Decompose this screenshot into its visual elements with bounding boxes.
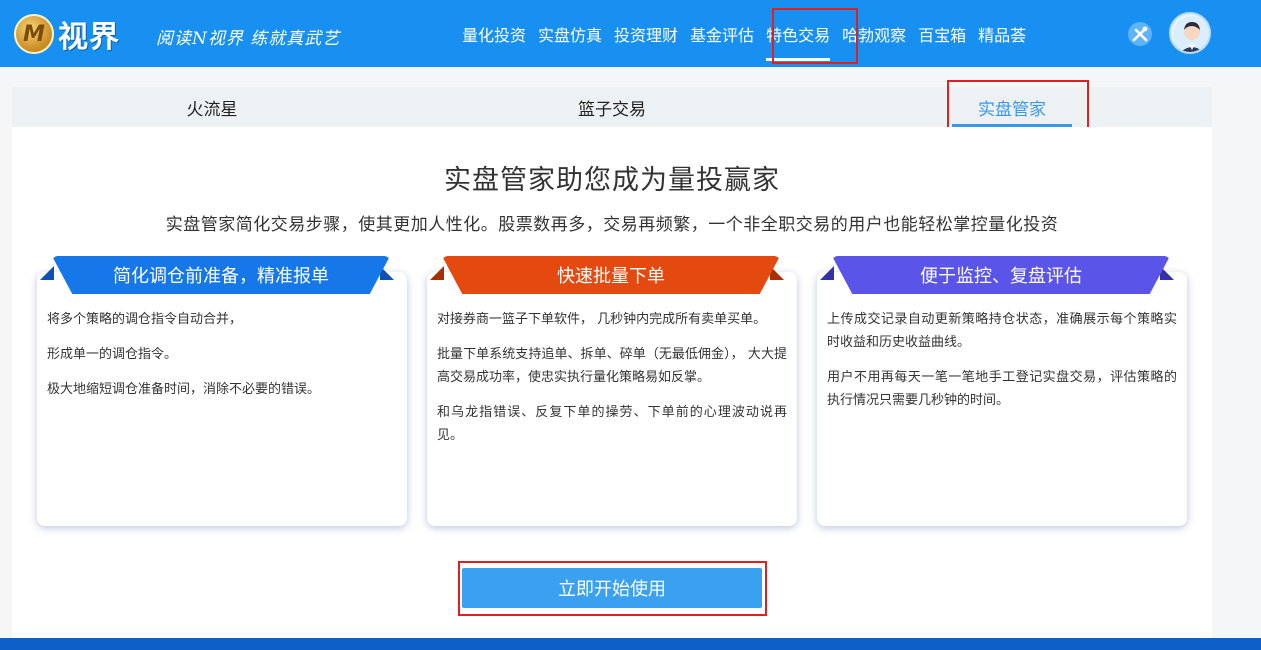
card-paragraph: 对接券商一篮子下单软件， 几秒钟内完成所有卖单买单。 xyxy=(437,312,767,327)
footer-bar xyxy=(0,638,1261,650)
user-avatar[interactable] xyxy=(1169,12,1211,54)
top-header: M 视界 阅读N视界 练就真武艺 量化投资 实盘仿真 投资理财 基金评估 特色交… xyxy=(0,0,1261,67)
tab-meteor[interactable]: 火流星 xyxy=(132,87,292,127)
nav-item-toolbox[interactable]: 百宝箱 xyxy=(912,0,972,67)
card-title-monitor: 便于监控、复盘评估 xyxy=(832,256,1170,294)
card-body: 对接券商一篮子下单软件， 几秒钟内完成所有卖单买单。 批量下单系统支持追单、拆单… xyxy=(427,272,797,447)
page-subline: 实盘管家简化交易步骤，使其更加人性化。股票数再多，交易再频繁，一个非全职交易的用… xyxy=(165,215,1059,235)
feature-card-monitor: 上传成交记录自动更新策略持仓状态，准确展示每个策略实时收益和历史收益曲线。 用户… xyxy=(817,272,1187,526)
tab-basket-trade[interactable]: 篮子交易 xyxy=(532,87,692,127)
card-paragraph: 上传成交记录自动更新策略持仓状态，准确展示每个策略实时收益和历史收益曲线。 xyxy=(827,312,1177,350)
card-paragraph: 批量下单系统支持追单、拆单、碎单（无最低佣金）， 大大提高交易成功率，使忠实执行… xyxy=(437,347,787,385)
nav-item-quant-invest[interactable]: 量化投资 xyxy=(456,0,532,67)
logo-mark-icon: M xyxy=(14,14,54,54)
card-paragraph: 形成单一的调仓指令。 xyxy=(47,347,178,362)
nav-item-wealth[interactable]: 投资理财 xyxy=(608,0,684,67)
card-paragraph: 和乌龙指错误、反复下单的操劳、下单前的心理波动说再见。 xyxy=(437,405,787,443)
feature-card-batch-order: 对接券商一篮子下单软件， 几秒钟内完成所有卖单买单。 批量下单系统支持追单、拆单… xyxy=(427,272,797,526)
main-nav: 量化投资 实盘仿真 投资理财 基金评估 特色交易 哈勃观察 百宝箱 精品荟 xyxy=(456,0,1032,67)
card-title-batch-order: 快速批量下单 xyxy=(442,256,780,294)
site-slogan: 阅读N视界 练就真武艺 xyxy=(156,29,341,49)
feature-card-prep: 将多个策略的调仓指令自动合并， 形成单一的调仓指令。 极大地缩短调仓准备时间，消… xyxy=(37,272,407,526)
page-headline: 实盘管家助您成为量投赢家 xyxy=(444,165,780,196)
nav-item-special-trade[interactable]: 特色交易 xyxy=(760,0,836,67)
nav-item-boutique[interactable]: 精品荟 xyxy=(972,0,1032,67)
nav-item-live-sim[interactable]: 实盘仿真 xyxy=(532,0,608,67)
card-paragraph: 极大地缩短调仓准备时间，消除不必要的错误。 xyxy=(47,382,321,397)
feature-tabs: 火流星 篮子交易 实盘管家 xyxy=(12,87,1212,127)
card-title-prep: 简化调仓前准备，精准报单 xyxy=(52,256,390,294)
logo-text: 视界 xyxy=(58,20,120,55)
site-logo[interactable]: M 视界 xyxy=(14,12,120,56)
tab-live-manager[interactable]: 实盘管家 xyxy=(952,87,1072,127)
card-paragraph: 用户不用再每天一笔一笔地手工登记实盘交易，评估策略的执行情况只需要几秒钟的时间。 xyxy=(827,370,1177,408)
card-paragraph: 将多个策略的调仓指令自动合并， xyxy=(47,312,243,327)
nav-item-hubble[interactable]: 哈勃观察 xyxy=(836,0,912,67)
tools-icon[interactable] xyxy=(1125,19,1155,49)
start-using-button[interactable]: 立即开始使用 xyxy=(462,568,762,608)
nav-item-fund-eval[interactable]: 基金评估 xyxy=(684,0,760,67)
